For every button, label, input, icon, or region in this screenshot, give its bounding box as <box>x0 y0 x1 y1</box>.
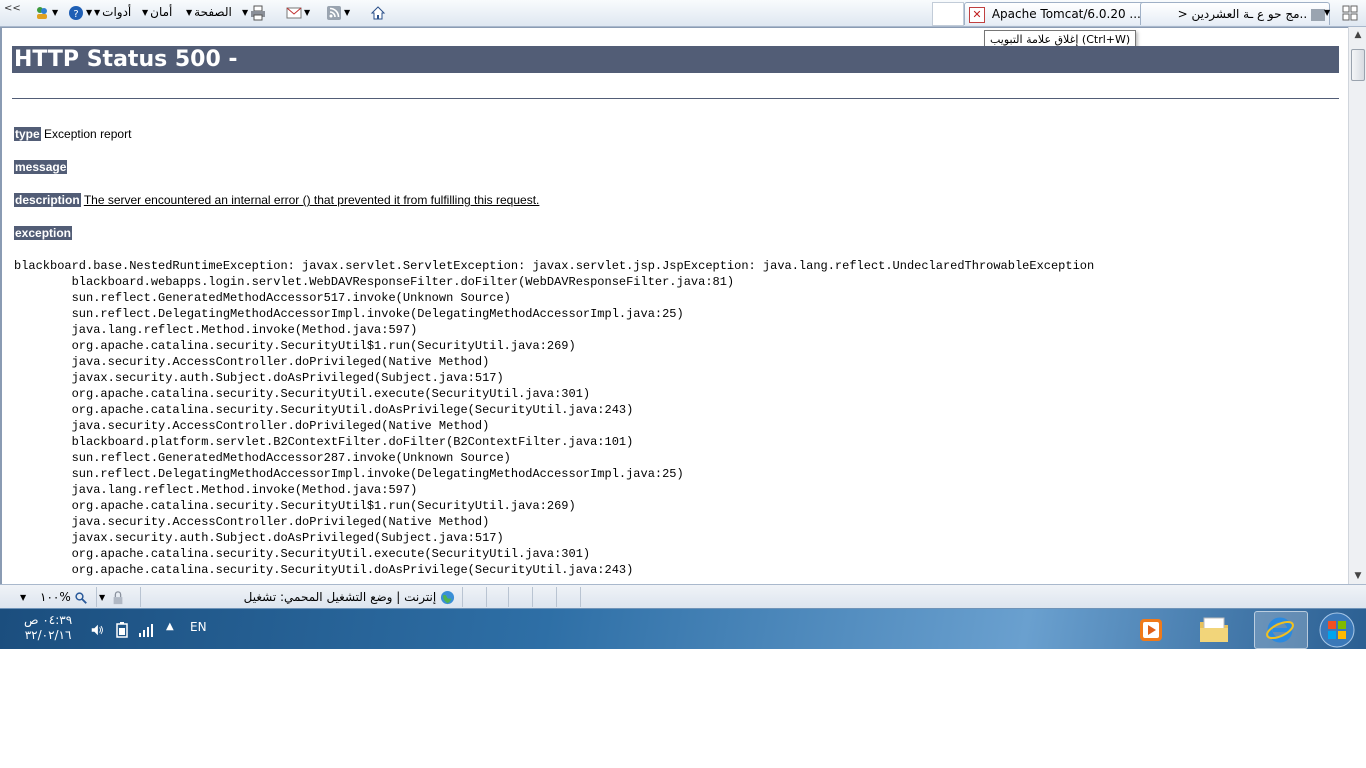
status-pane <box>508 587 531 607</box>
signal-icon[interactable] <box>138 623 154 637</box>
safety-label: أمان <box>150 5 173 19</box>
quick-tabs-button[interactable] <box>1342 3 1358 21</box>
help-icon: ? <box>69 5 83 20</box>
explorer-button[interactable] <box>1188 611 1240 647</box>
chevron-down-icon: ▼ <box>186 7 193 17</box>
explorer-icon <box>1200 617 1228 642</box>
chevron-down-icon: ▼ <box>52 7 59 17</box>
close-tab-icon[interactable]: ✕ <box>969 6 985 23</box>
zoom-dropdown[interactable]: ▼ <box>18 587 38 607</box>
tomcat-error-page: HTTP Status 500 - type Exception report … <box>12 28 1339 577</box>
tray-expand-icon[interactable]: ▲ <box>166 621 174 632</box>
ie-command-bar: << ▼ ? ▼ ▼ أدوات ▼ أمان ▼ الصفحة ▼ ▼ ▼ ✕ Apa… <box>0 0 1366 27</box>
status-pane <box>532 587 555 607</box>
chevron-down-icon: ▼ <box>304 7 311 17</box>
exception-label: exception <box>14 226 73 240</box>
globe-icon <box>440 590 455 605</box>
page-viewport: HTTP Status 500 - type Exception report … <box>0 27 1348 584</box>
chevron-down-icon: ▼ <box>94 7 101 17</box>
home-button[interactable] <box>370 3 386 21</box>
tab-tomcat[interactable]: ✕ Apache Tomcat/6.0.20 ... Bb <box>964 2 1146 25</box>
windows-taskbar: ٠٤:٣٩ ص ٣٢/٠٢/١٦ ▲ EN <box>0 608 1366 649</box>
clock-date: ٣٢/٠٢/١٦ <box>24 628 72 642</box>
help-button[interactable]: ? ▼ <box>68 3 94 21</box>
overflow-chevron[interactable]: << <box>4 0 21 18</box>
media-player-button[interactable] <box>1126 611 1178 647</box>
security-status[interactable]: ▼ <box>96 587 139 607</box>
media-player-icon <box>1140 619 1162 641</box>
mail-button[interactable]: ▼ <box>286 3 312 21</box>
rss-icon <box>327 5 341 20</box>
status-pane <box>486 587 507 607</box>
tab-title: Apache Tomcat/6.0.20 ... <box>991 7 1141 21</box>
security-icon <box>113 590 123 604</box>
tab-spacer <box>932 2 964 26</box>
zone-text: إنترنت | وضع التشغيل المحمي: تشغيل <box>243 590 437 604</box>
chevron-down-icon: ▼ <box>20 592 27 602</box>
stack-trace: blackboard.base.NestedRuntimeException: … <box>14 259 1095 577</box>
scroll-down-icon[interactable]: ▼ <box>1349 568 1366 584</box>
type-row: type Exception report <box>14 125 131 143</box>
clock[interactable]: ٠٤:٣٩ ص ٣٢/٠٢/١٦ <box>24 613 72 643</box>
status-bar: ▼ ١٠٠% ▼ إنترنت | وضع التشغيل المحمي: تش… <box>0 584 1366 609</box>
mail-icon <box>286 7 302 18</box>
tools-menu[interactable]: ▼ أدوات <box>92 3 131 21</box>
type-label: type <box>14 127 41 141</box>
status-pane <box>556 587 579 607</box>
language-indicator[interactable]: EN <box>190 620 207 634</box>
scroll-up-icon[interactable]: ▲ <box>1349 27 1366 43</box>
zoom-text: ١٠٠% <box>40 590 71 604</box>
status-pane <box>580 587 603 607</box>
ie-button[interactable] <box>1254 611 1308 649</box>
vertical-scrollbar[interactable]: ▲ ▼ <box>1348 27 1366 584</box>
windows-start-icon <box>1319 612 1355 648</box>
quick-tabs-icon <box>1342 5 1358 20</box>
svg-text:?: ? <box>73 9 78 20</box>
page-menu[interactable]: ▼ الصفحة <box>184 3 232 21</box>
chevron-down-icon: ▼ <box>99 592 106 602</box>
description-label: description <box>14 193 81 207</box>
scroll-thumb[interactable] <box>1351 49 1365 81</box>
message-label: message <box>14 160 68 174</box>
status-pane <box>462 587 485 607</box>
chevron-down-icon: ▼ <box>344 7 351 17</box>
chevron-down-icon: ▼ <box>242 7 249 17</box>
description-row: description The server encountered an in… <box>14 191 539 209</box>
volume-icon[interactable] <box>90 623 104 637</box>
tab-title: ..ﻣﺞ ﺣﻮ ع ـﺔ اﻟﻌﺸﺮدﻳﻦ < <box>1177 7 1308 21</box>
type-value: Exception report <box>44 127 132 141</box>
safety-menu[interactable]: ▼ أمان <box>140 3 172 21</box>
home-icon <box>370 5 386 19</box>
start-button[interactable] <box>1316 610 1358 648</box>
battery-icon[interactable] <box>116 622 128 638</box>
exception-row: exception <box>14 224 73 242</box>
divider <box>12 98 1339 99</box>
message-row: message <box>14 158 68 176</box>
feeds-button[interactable]: ▼ <box>326 3 352 21</box>
print-icon <box>251 5 266 20</box>
print-button[interactable]: ▼ <box>240 3 266 21</box>
messenger-icon <box>37 6 47 19</box>
zone-status: إنترنت | وضع التشغيل المحمي: تشغيل <box>140 587 461 607</box>
page-label: الصفحة <box>194 5 232 19</box>
tab-list-button[interactable]: ▼ <box>1322 3 1332 21</box>
chevron-down-icon: ▼ <box>1324 7 1331 17</box>
page-title: HTTP Status 500 - <box>12 46 1339 73</box>
ie-icon <box>1266 617 1294 643</box>
clock-time: ٠٤:٣٩ ص <box>24 613 73 627</box>
description-value: The server encountered an internal error… <box>83 193 540 207</box>
messenger-button[interactable]: ▼ <box>34 3 60 21</box>
tab-other[interactable]: ..ﻣﺞ ﺣﻮ ع ـﺔ اﻟﻌﺸﺮدﻳﻦ < <box>1140 2 1330 25</box>
zoom-level[interactable]: ١٠٠% <box>40 587 94 607</box>
tools-label: أدوات <box>102 5 132 19</box>
zoom-icon <box>74 591 87 604</box>
chevron-down-icon: ▼ <box>142 7 149 17</box>
